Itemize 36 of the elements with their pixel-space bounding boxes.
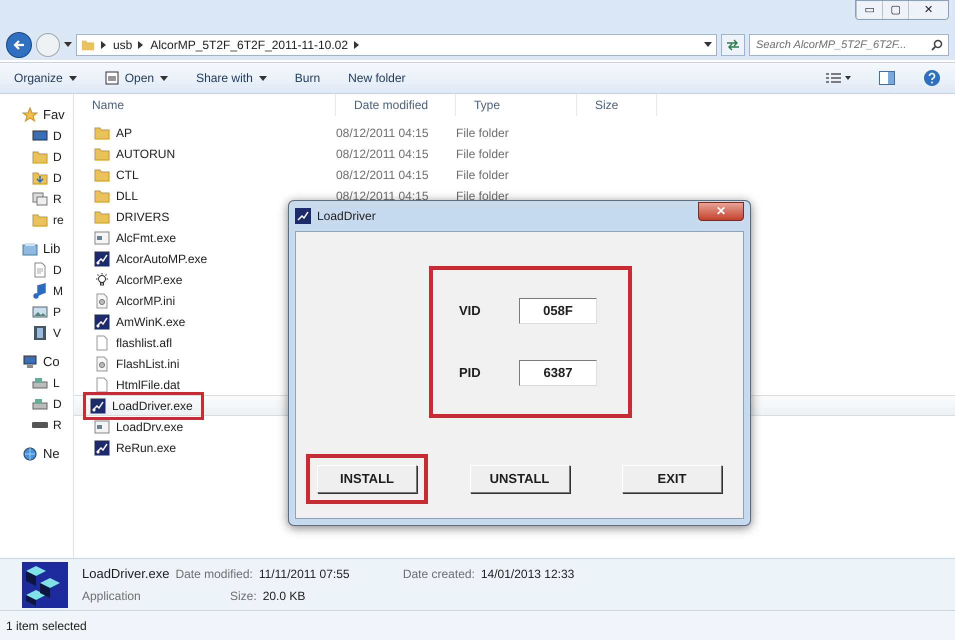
date-cell-text: 08/12/2011 04:15 [336, 146, 430, 162]
dialog-title: LoadDriver [317, 208, 376, 225]
type-cell-text: File folder [456, 124, 509, 142]
file-name: FlashList.ini [116, 356, 180, 372]
file-name: AmWinK.exe [116, 314, 186, 330]
date-cell-text: 08/12/2011 04:15 [336, 166, 430, 184]
file-name: AUTORUN [116, 146, 176, 162]
field-label: Size: [230, 588, 257, 606]
file-name: AlcorAutoMP.exe [116, 250, 208, 268]
file-name: DRIVERS [116, 208, 170, 226]
file-name: LoadDriver.exe [82, 564, 170, 583]
type-cell-text: File folder [456, 188, 509, 204]
field-value: 11/11/2011 07:55 [258, 566, 351, 583]
file-name: AlcFmt.exe [116, 230, 176, 246]
status-text: 1 item selected [6, 618, 87, 634]
file-name: HtmlFile.dat [116, 376, 180, 394]
file-type: Application [82, 588, 142, 606]
file-name: DLL [116, 188, 138, 204]
file-name: AlcorMP.exe [116, 272, 182, 288]
field-value: 14/01/2013 12:33 [480, 566, 574, 583]
field-label: VID [459, 302, 482, 320]
date-cell-text: 08/12/2011 04:15 [336, 188, 430, 204]
field-label: Date created: [402, 566, 475, 583]
field-value: 20.0 KB [262, 588, 306, 606]
file-name: AP [116, 124, 132, 142]
type-cell-text: File folder [456, 166, 509, 184]
file-name: LoadDrv.exe [116, 418, 184, 436]
file-name: flashlist.afl [116, 334, 172, 352]
file-name: AlcorMP.ini [116, 292, 176, 310]
file-name: ReRun.exe [116, 440, 176, 456]
file-name: LoadDriver.exe [112, 398, 193, 414]
field-label: PID [459, 364, 482, 382]
field-label: Date modified: [175, 566, 253, 583]
type-cell-text: File folder [456, 146, 509, 162]
file-name: CTL [116, 166, 139, 184]
date-cell-text: 08/12/2011 04:15 [336, 124, 430, 142]
